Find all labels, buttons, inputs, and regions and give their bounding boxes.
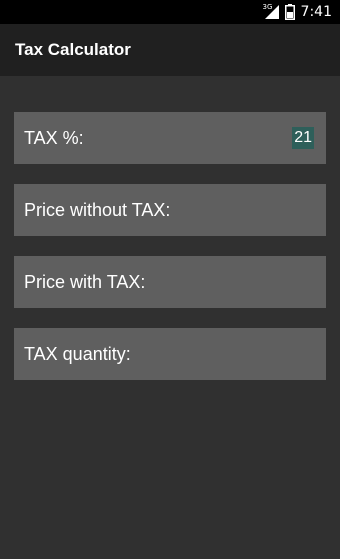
signal-indicator: 3G: [263, 3, 279, 20]
price-with-tax-row[interactable]: Price with TAX:: [14, 256, 326, 308]
app-bar: Tax Calculator: [0, 24, 340, 76]
price-with-tax-label: Price with TAX:: [24, 272, 146, 292]
app-title: Tax Calculator: [15, 40, 131, 59]
tax-quantity-label: TAX quantity:: [24, 344, 131, 364]
battery-icon: [284, 4, 295, 20]
price-without-tax-row[interactable]: Price without TAX:: [14, 184, 326, 236]
tax-percent-input[interactable]: [292, 127, 314, 149]
calculator-form: TAX %: Price without TAX: Price with TAX…: [0, 76, 340, 559]
signal-icon: [264, 5, 279, 19]
clock-time: 7:41: [300, 4, 332, 20]
tax-percent-label: TAX %:: [24, 128, 84, 148]
tax-quantity-row[interactable]: TAX quantity:: [14, 328, 326, 380]
tax-quantity-input[interactable]: [164, 343, 314, 365]
price-with-tax-input[interactable]: [164, 271, 314, 293]
price-without-tax-input[interactable]: [164, 199, 314, 221]
status-bar: 3G 7:41: [0, 0, 340, 24]
tax-percent-row[interactable]: TAX %:: [14, 112, 326, 164]
status-icons: 3G 7:41: [263, 0, 332, 24]
price-without-tax-label: Price without TAX:: [24, 200, 171, 220]
